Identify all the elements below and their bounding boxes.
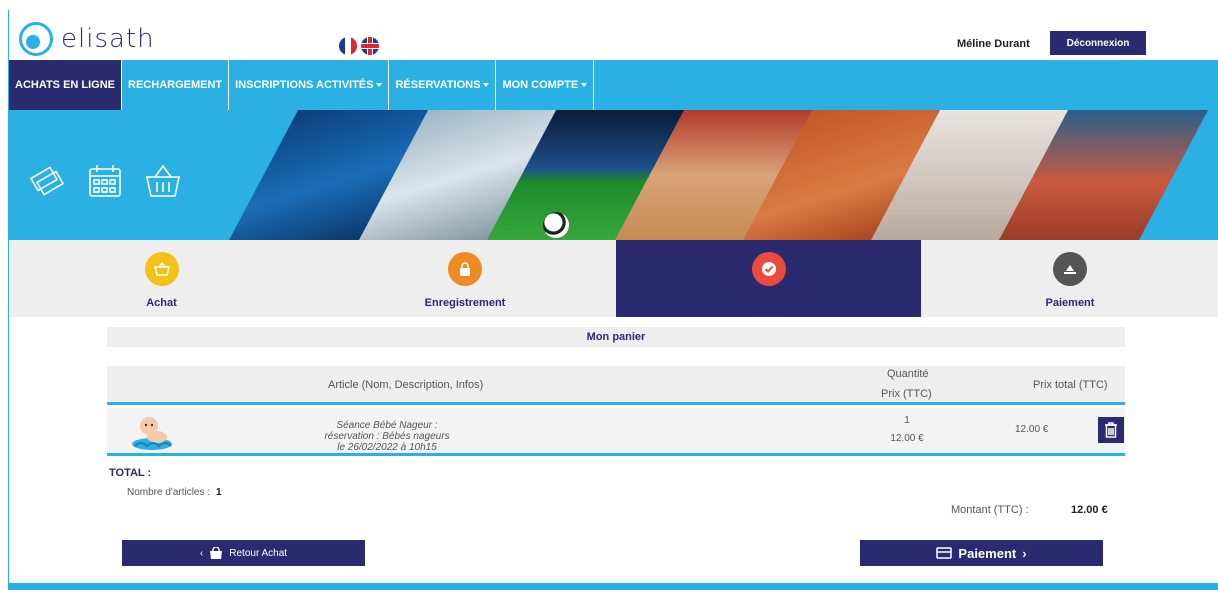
step-label: Paiement — [1045, 297, 1095, 309]
logout-button[interactable]: Déconnexion — [1050, 31, 1146, 55]
header-total-price: Prix total (TTC) — [1033, 379, 1108, 391]
nav-label: RÉSERVATIONS — [395, 79, 481, 91]
item-name: Séance Bébé Nageur : — [336, 420, 438, 431]
nav-item-reservations[interactable]: RÉSERVATIONS — [389, 60, 497, 110]
chevron-down-icon — [581, 83, 588, 87]
total-label: TOTAL : — [109, 467, 152, 479]
item-description: Séance Bébé Nageur : réservation : Bébés… — [107, 420, 667, 453]
pay-button[interactable]: Paiement › — [860, 540, 1103, 566]
step-label: Achat — [146, 297, 177, 309]
chevron-right-icon: › — [1022, 545, 1027, 561]
payment-icon — [1053, 252, 1087, 286]
nav-item-rechargement[interactable]: RECHARGEMENT — [122, 60, 230, 110]
step-label: Enregistrement — [424, 297, 506, 309]
chevron-left-icon: ‹ — [199, 547, 204, 559]
back-to-purchase-button[interactable]: ‹ Retour Achat — [122, 540, 365, 566]
items-count: Nombre d'articles : 1 — [127, 487, 222, 498]
lock-icon — [448, 252, 482, 286]
chevron-down-icon — [483, 83, 490, 87]
step-paiement: Paiement — [921, 240, 1218, 317]
item-unit-price: 12.00 € — [890, 433, 924, 444]
delete-item-button[interactable] — [1098, 417, 1124, 443]
header-quantity: Quantité — [887, 368, 929, 380]
item-total: 12.00 € — [1015, 424, 1049, 435]
shopping-bag-icon — [210, 547, 223, 559]
header-article: Article (Nom, Description, Infos) — [328, 379, 484, 391]
cart-table-header: Article (Nom, Description, Infos) Quanti… — [107, 366, 1125, 405]
footer-bar — [9, 583, 1218, 590]
nav-item-achats[interactable]: ACHATS EN LIGNE — [9, 60, 123, 110]
tickets-icon — [29, 166, 65, 196]
logo-mark — [19, 22, 53, 56]
item-date: le 26/02/2022 à 10h15 — [337, 442, 437, 453]
calendar-icon — [89, 165, 121, 197]
pay-label: Paiement — [958, 545, 1017, 561]
user-name: Méline Durant — [957, 38, 1030, 50]
nav-item-inscriptions[interactable]: INSCRIPTIONS ACTIVITÉS — [229, 60, 390, 110]
items-count-label: Nombre d'articles : — [127, 487, 211, 498]
page-frame: elisath Méline Durant Déconnexion ACHATS… — [8, 10, 1218, 590]
header-unit-price: Prix (TTC) — [881, 388, 932, 400]
step-achat: Achat — [9, 240, 314, 317]
step-enregistrement: Enregistrement — [314, 240, 616, 317]
logo-text: elisath — [61, 24, 155, 54]
basket-icon — [146, 164, 180, 197]
language-switcher — [339, 37, 379, 55]
credit-card-icon — [936, 547, 953, 559]
hero-banner — [9, 110, 1218, 240]
item-quantity: 1 — [904, 415, 910, 426]
nav-label: ACHATS EN LIGNE — [15, 79, 116, 91]
item-reservation: réservation : Bébés nageurs — [324, 431, 450, 442]
banner-icons — [27, 162, 183, 200]
step-label: Validation — [742, 297, 795, 309]
amount-value: 12.00 € — [1071, 504, 1108, 516]
checkout-steps: Achat Enregistrement Validation Paiement — [9, 240, 1218, 317]
uk-flag-icon[interactable] — [361, 37, 379, 55]
trash-icon — [1105, 422, 1117, 438]
nav-label: MON COMPTE — [502, 79, 579, 91]
nav-item-mon-compte[interactable]: MON COMPTE — [496, 60, 595, 110]
fr-flag-icon[interactable] — [339, 37, 357, 55]
check-icon — [751, 252, 786, 286]
table-row: Séance Bébé Nageur : réservation : Bébés… — [107, 408, 1125, 456]
nav-label: RECHARGEMENT — [128, 79, 223, 91]
amount-label: Montant (TTC) : — [951, 504, 1029, 516]
football-icon — [543, 212, 569, 238]
step-validation: Validation — [616, 240, 921, 317]
back-label: Retour Achat — [229, 547, 288, 559]
chevron-down-icon — [376, 83, 383, 87]
logo[interactable]: elisath — [19, 22, 155, 56]
nav-label: INSCRIPTIONS ACTIVITÉS — [235, 79, 374, 91]
item-quantity-block: 1 12.00 € — [872, 412, 942, 448]
main-nav: ACHATS EN LIGNE RECHARGEMENT INSCRIPTION… — [9, 60, 1218, 110]
basket-icon — [144, 252, 179, 286]
items-count-value: 1 — [216, 487, 222, 498]
cart-title: Mon panier — [107, 327, 1125, 347]
